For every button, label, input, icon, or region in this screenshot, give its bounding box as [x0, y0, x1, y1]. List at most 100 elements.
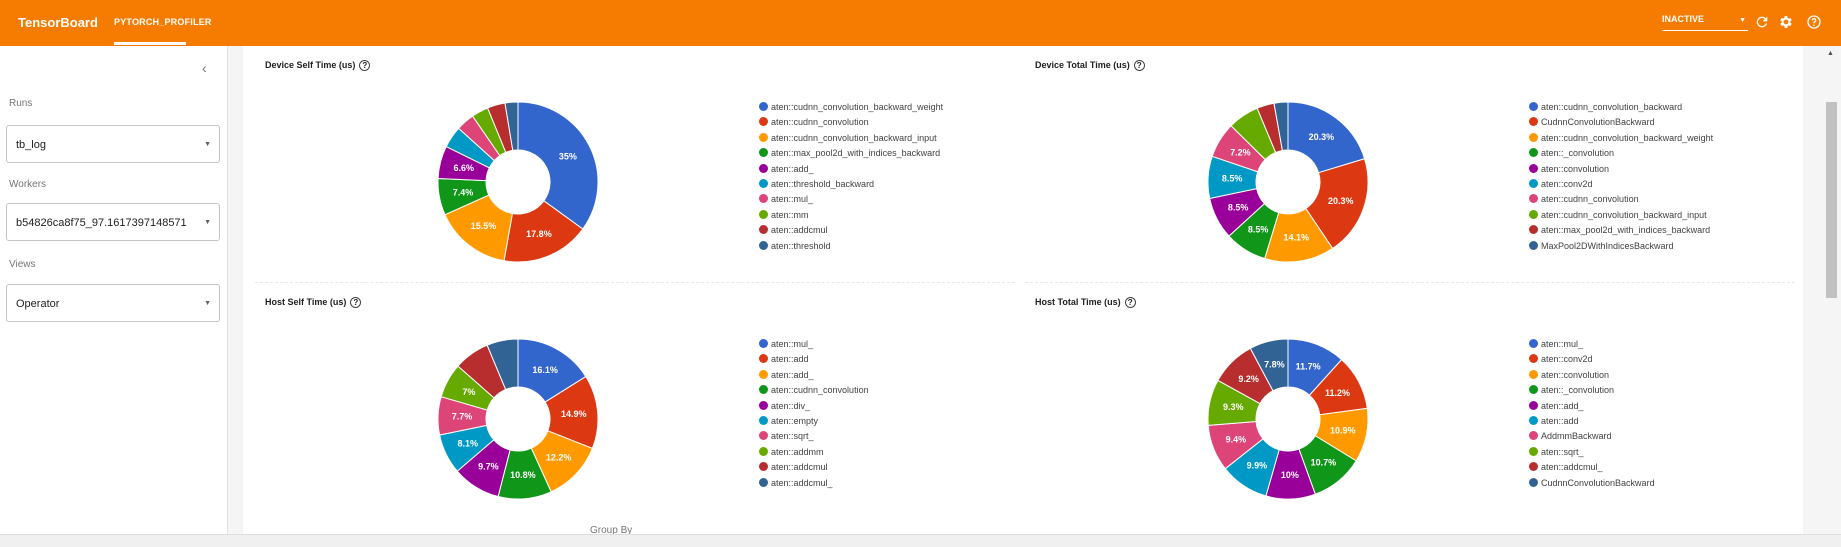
slice-value-label: 10.7% [1311, 457, 1337, 467]
slice-value-label: 8.5% [1228, 203, 1249, 213]
legend-label: aten::cudnn_convolution_backward [1541, 102, 1683, 112]
legend-label: aten::div_ [771, 400, 811, 411]
legend-item[interactable]: aten::cudnn_convolution_backward_weight [759, 102, 943, 117]
slice-value-label: 14.9% [561, 409, 587, 419]
legend-label: aten::add [1541, 415, 1579, 426]
legend-swatch [759, 477, 768, 487]
slice-value-label: 9.3% [1223, 402, 1244, 412]
legend-item[interactable]: aten::addcmul_ [1529, 462, 1655, 477]
legend-item[interactable]: aten::add [1529, 415, 1655, 431]
slice-value-label: 15.5% [471, 221, 497, 231]
legend-label: aten::mul_ [771, 194, 814, 205]
legend-item[interactable]: aten::add_ [759, 369, 869, 385]
legend-item[interactable]: aten::addmm [759, 446, 869, 462]
legend-item[interactable]: aten::max_pool2d_with_indices_backward [1529, 225, 1713, 240]
legend-item[interactable]: AddmmBackward [1529, 431, 1655, 446]
scroll-thumb[interactable] [1826, 102, 1837, 298]
horizontal-scrollbar[interactable] [0, 534, 1841, 547]
legend-swatch [759, 178, 768, 188]
legend-swatch [759, 132, 768, 142]
legend-host-total: aten::mul_ aten::conv2d aten::convolution a… [1529, 339, 1655, 493]
legend-item[interactable]: aten::div_ [759, 400, 869, 416]
legend-label: aten::add_ [771, 369, 814, 380]
legend-swatch [1529, 132, 1538, 142]
legend-item[interactable]: CudnnConvolutionBackward [1529, 477, 1655, 493]
legend-swatch [1529, 415, 1538, 425]
legend-item[interactable]: aten::conv2d [1529, 178, 1713, 194]
legend-label: aten::sqrt_ [1541, 446, 1584, 457]
legend-item[interactable]: CudnnConvolutionBackward [1529, 117, 1713, 132]
legend-swatch [759, 446, 768, 456]
legend-item[interactable]: aten::addcmul [759, 225, 943, 240]
legend-item[interactable]: aten::addcmul_ [759, 477, 869, 493]
legend-item[interactable]: aten::sqrt_ [1529, 446, 1655, 462]
legend-item[interactable]: aten::empty [759, 415, 869, 431]
legend-item[interactable]: aten::max_pool2d_with_indices_backward [759, 148, 943, 163]
legend-item[interactable]: aten::cudnn_convolution [759, 385, 869, 400]
legend-swatch [1529, 339, 1538, 348]
slice-value-label: 8.1% [457, 439, 478, 449]
legend-label: aten::cudnn_convolution_backward_weight [771, 102, 944, 112]
legend-item[interactable]: aten::addcmul [759, 462, 869, 477]
legend-item[interactable]: aten::mul_ [1529, 339, 1655, 354]
legend-item[interactable]: aten::cudnn_convolution_backward_input [759, 132, 943, 148]
legend-label: aten::add [771, 354, 809, 365]
legend-item[interactable]: aten::cudnn_convolution_backward_input [1529, 209, 1713, 225]
legend-label: aten::mul_ [1541, 339, 1584, 349]
legend-device-self: aten::cudnn_convolution_backward_weighta… [759, 102, 943, 256]
legend-label: aten::add_ [1541, 400, 1584, 411]
legend-swatch [1529, 446, 1538, 456]
legend-item[interactable]: aten::sqrt_ [759, 431, 869, 446]
legend-item[interactable]: aten::cudnn_convolution_backward_weight [1529, 132, 1713, 148]
slice-value-label: 9.4% [1226, 435, 1247, 445]
legend-label: aten::convolution [1541, 163, 1610, 174]
legend-item[interactable]: aten::threshold [759, 240, 943, 256]
legend-swatch [1529, 462, 1538, 472]
legend-swatch [759, 194, 768, 204]
legend-swatch [1529, 431, 1538, 441]
vertical-scrollbar[interactable]: ▲ [1822, 46, 1841, 534]
scroll-up-icon[interactable]: ▲ [1827, 50, 1834, 57]
legend-item[interactable]: aten::add [759, 354, 869, 369]
legend-label: aten::conv2d [1541, 354, 1593, 365]
legend-label: aten::addcmul [771, 462, 828, 473]
legend-item[interactable]: aten::cudnn_convolution [1529, 194, 1713, 209]
legend-item[interactable]: aten::_convolution [1529, 148, 1713, 163]
slice-value-label: 20.3% [1309, 132, 1335, 142]
legend-item[interactable]: aten::_convolution [1529, 385, 1655, 400]
legend-swatch [759, 339, 768, 348]
legend-item[interactable]: aten::cudnn_convolution [759, 117, 943, 132]
legend-item[interactable]: aten::cudnn_convolution_backward [1529, 102, 1713, 117]
legend-item[interactable]: aten::convolution [1529, 369, 1655, 385]
legend-item[interactable]: aten::mul_ [759, 339, 869, 354]
legend-item[interactable]: aten::threshold_backward [759, 178, 943, 194]
legend-item[interactable]: aten::convolution [1529, 163, 1713, 179]
legend-swatch [1529, 385, 1538, 395]
slice-value-label: 7.7% [452, 412, 473, 422]
legend-item[interactable]: aten::mm [759, 209, 943, 225]
slice-value-label: 35% [559, 152, 577, 162]
slice-value-label: 20.3% [1328, 196, 1354, 206]
legend-label: aten::threshold [771, 240, 831, 251]
slice-value-label: 7.8% [1264, 360, 1285, 370]
legend-swatch [1529, 178, 1538, 188]
legend-item[interactable]: MaxPool2DWithIndicesBackward [1529, 240, 1713, 256]
legend-swatch [759, 240, 768, 250]
slice-value-label: 11.7% [1296, 362, 1321, 372]
legend-label: aten::_convolution [1541, 148, 1615, 159]
legend-swatch [1529, 225, 1538, 235]
legend-item[interactable]: aten::add_ [759, 163, 943, 179]
pie-slice[interactable] [517, 101, 599, 230]
legend-label: aten::threshold_backward [771, 178, 875, 189]
legend-label: aten::max_pool2d_with_indices_backward [1541, 225, 1711, 236]
legend-item[interactable]: aten::conv2d [1529, 354, 1655, 369]
legend-label: aten::addmm [771, 446, 824, 457]
legend-item[interactable]: aten::mul_ [759, 194, 943, 209]
legend-label: CudnnConvolutionBackward [1541, 117, 1655, 128]
legend-label: aten::_convolution [1541, 385, 1615, 396]
legend-label: aten::cudnn_convolution [771, 117, 869, 128]
legend-swatch [759, 102, 768, 111]
legend-item[interactable]: aten::add_ [1529, 400, 1655, 416]
legend-label: CudnnConvolutionBackward [1541, 477, 1655, 488]
slice-value-label: 9.2% [1238, 374, 1259, 384]
